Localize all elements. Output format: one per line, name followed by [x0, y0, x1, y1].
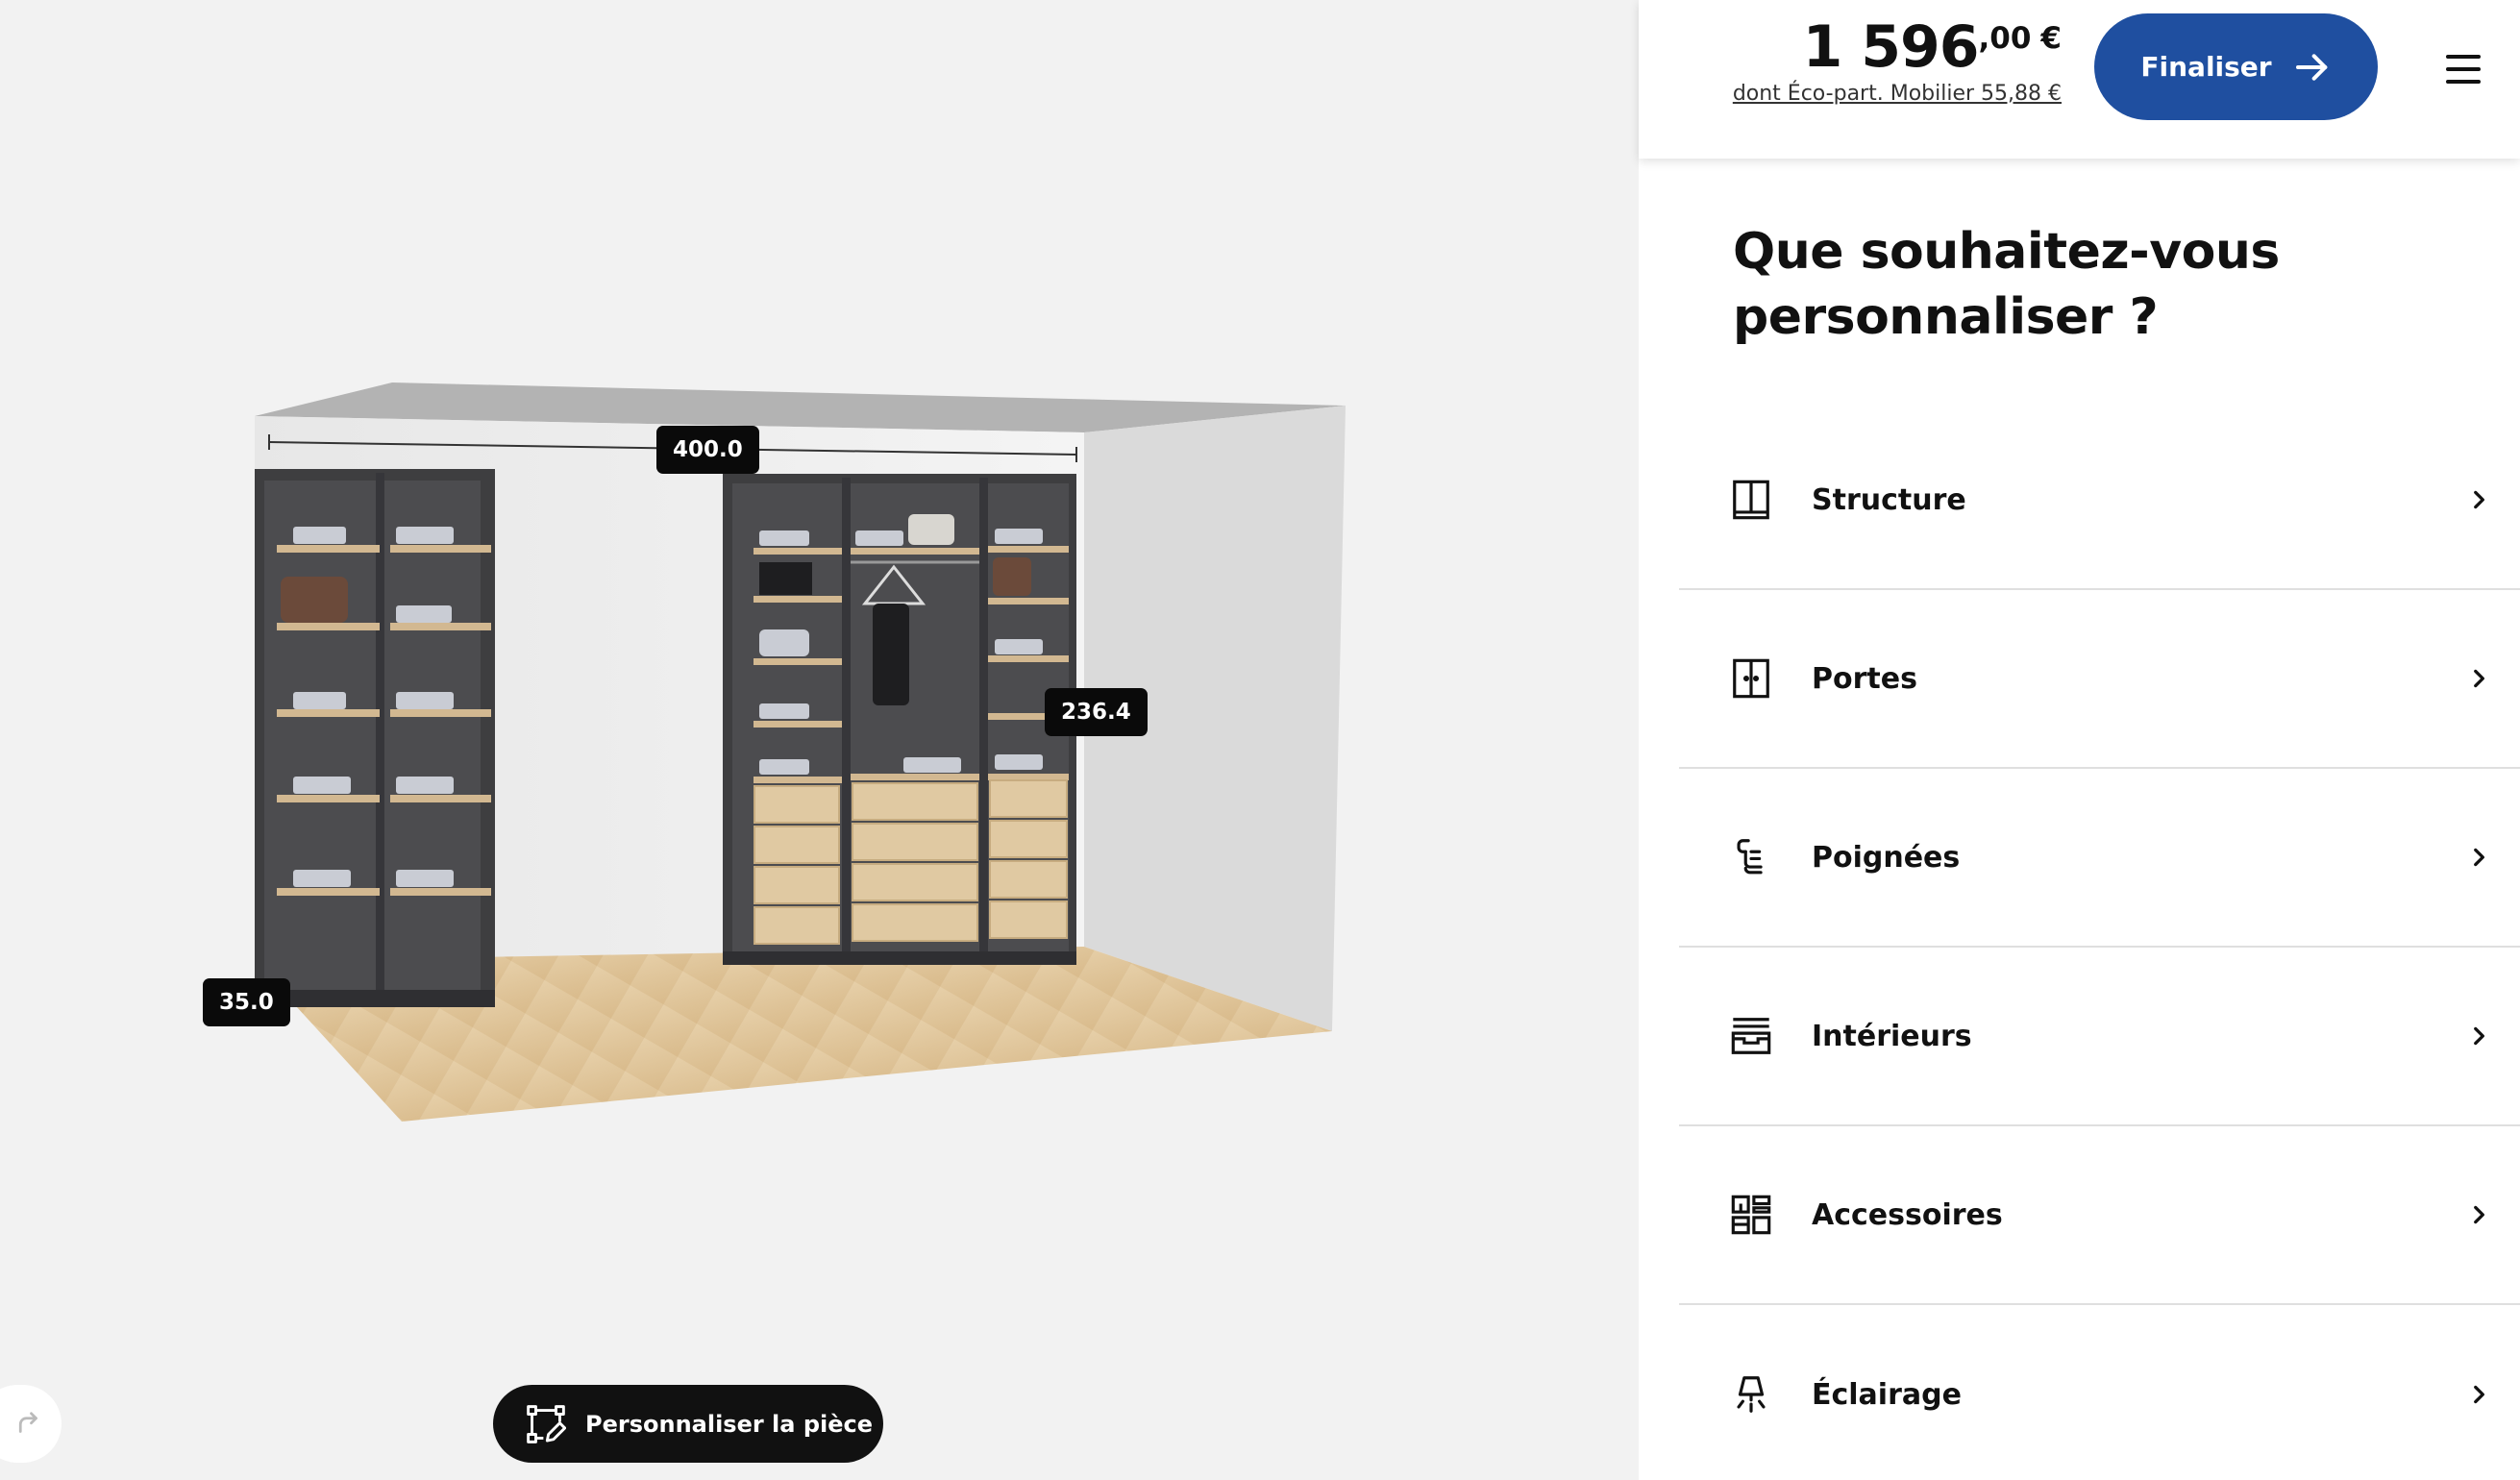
customization-options: Structure Portes Poignées Intérieurs Acc…: [1679, 411, 2520, 1480]
panel-title: Que souhaitez-vous personnaliser ?: [1733, 223, 2280, 346]
interiors-icon: [1731, 1018, 1771, 1054]
chevron-right-icon: [2474, 669, 2484, 688]
chevron-right-icon: [2474, 1205, 2484, 1224]
option-handles[interactable]: Poignées: [1679, 769, 2520, 948]
customize-room-button[interactable]: Personnaliser la pièce: [493, 1385, 883, 1463]
room-edit-icon: [527, 1404, 566, 1443]
price-currency: €: [2040, 21, 2062, 56]
total-price: 1 596,00 €: [1803, 13, 2062, 81]
option-structure[interactable]: Structure: [1679, 411, 2520, 590]
price-main: 1 596: [1802, 13, 1980, 81]
chevron-right-icon: [2474, 490, 2484, 509]
finalize-button[interactable]: Finaliser: [2094, 13, 2378, 120]
option-label: Portes: [1812, 661, 1917, 696]
option-label: Intérieurs: [1812, 1019, 1972, 1053]
handles-icon: [1737, 839, 1763, 875]
finalize-label: Finaliser: [2140, 51, 2272, 83]
depth-dimension-label[interactable]: 35.0: [203, 978, 290, 1026]
option-label: Poignées: [1812, 840, 1961, 875]
chevron-right-icon: [2474, 1385, 2484, 1404]
option-doors[interactable]: Portes: [1679, 590, 2520, 769]
accessories-icon: [1731, 1195, 1771, 1235]
configurator-panel: 1 596,00 € dont Éco-part. Mobilier 55,88 …: [1639, 0, 2520, 1480]
doors-icon: [1733, 658, 1769, 699]
option-interiors[interactable]: Intérieurs: [1679, 948, 2520, 1126]
option-label: Éclairage: [1812, 1377, 1962, 1412]
option-label: Structure: [1812, 482, 1966, 517]
wardrobe-scene[interactable]: [0, 0, 1639, 1480]
chevron-right-icon: [2474, 848, 2484, 867]
chevron-right-icon: [2474, 1026, 2484, 1046]
customize-room-label: Personnaliser la pièce: [585, 1410, 874, 1438]
redo-icon: [18, 1411, 37, 1433]
wardrobe-3d-viewer[interactable]: 400.0 236.4 35.0 Personnaliser la pièce: [0, 0, 1639, 1480]
right-wardrobe[interactable]: [723, 474, 1076, 965]
price-decimals: ,00: [1978, 21, 2032, 56]
height-dimension-label[interactable]: 236.4: [1045, 688, 1148, 736]
price-header: 1 596,00 € dont Éco-part. Mobilier 55,88 …: [1639, 0, 2520, 159]
structure-icon: [1733, 480, 1769, 520]
eco-part-link[interactable]: dont Éco-part. Mobilier 55,88 €: [1733, 82, 2062, 106]
hamburger-menu-icon[interactable]: [2441, 50, 2485, 88]
lighting-icon: [1737, 1376, 1766, 1413]
option-label: Accessoires: [1812, 1197, 2003, 1232]
left-wardrobe[interactable]: [255, 469, 495, 1007]
arrow-right-icon: [2295, 53, 2327, 81]
option-lighting[interactable]: Éclairage: [1679, 1305, 2520, 1480]
width-dimension-label[interactable]: 400.0: [656, 426, 759, 474]
option-accessories[interactable]: Accessoires: [1679, 1126, 2520, 1305]
